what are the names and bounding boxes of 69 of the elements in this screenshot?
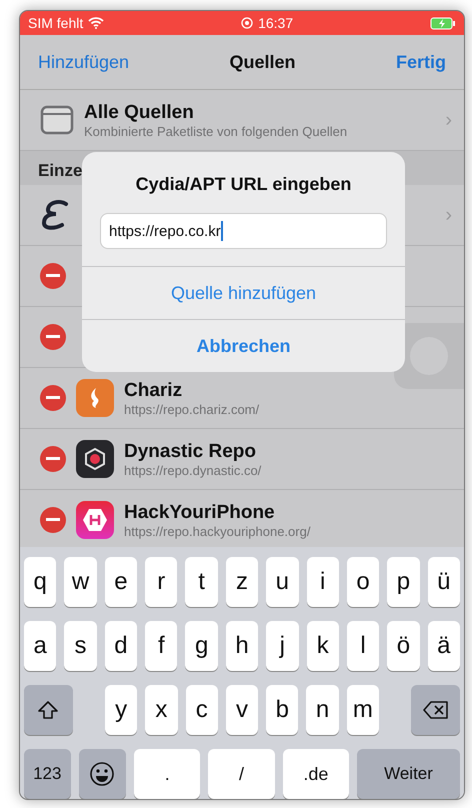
source-row[interactable]: HackYouriPhone https://repo.hackyouriphone.org/ bbox=[20, 490, 464, 547]
key[interactable]: y bbox=[104, 685, 138, 735]
key[interactable]: b bbox=[266, 685, 298, 735]
row-title: Dynastic Repo bbox=[124, 440, 257, 462]
key[interactable]: x bbox=[145, 685, 178, 735]
key[interactable]: v bbox=[226, 685, 258, 735]
key[interactable]: .de bbox=[282, 749, 350, 799]
key[interactable]: ö bbox=[387, 621, 420, 671]
key[interactable]: ü bbox=[428, 557, 460, 607]
key[interactable]: l bbox=[346, 621, 380, 671]
nav-title: Quellen bbox=[230, 52, 296, 72]
key[interactable]: w bbox=[64, 557, 97, 607]
delete-icon[interactable] bbox=[40, 446, 66, 472]
carrier-label: SIM fehlt bbox=[28, 15, 84, 31]
backspace-icon bbox=[422, 701, 448, 719]
delete-icon[interactable] bbox=[40, 324, 66, 350]
wifi-icon bbox=[88, 17, 104, 29]
flame-app-icon bbox=[76, 379, 114, 417]
row-subtitle: https://repo.dynastic.co/ bbox=[124, 462, 262, 478]
row-subtitle: https://repo.chariz.com/ bbox=[124, 402, 260, 416]
key[interactable]: t bbox=[185, 557, 218, 607]
row-title: Alle Quellen bbox=[84, 102, 195, 124]
key[interactable]: z bbox=[226, 557, 258, 607]
delete-icon[interactable] bbox=[40, 263, 66, 289]
key[interactable]: n bbox=[306, 685, 339, 735]
key[interactable]: d bbox=[104, 621, 138, 671]
delete-icon[interactable] bbox=[40, 507, 66, 533]
key[interactable]: . bbox=[134, 749, 200, 799]
key[interactable]: e bbox=[104, 557, 138, 607]
hexagon-app-icon bbox=[76, 440, 114, 478]
row-subtitle: https://repo.hackyouriphone.org/ bbox=[124, 524, 312, 538]
key[interactable]: p bbox=[387, 557, 420, 607]
row-title: HackYouriPhone bbox=[124, 502, 276, 524]
all-sources-row[interactable]: Alle Quellen Kombinierte Paketliste von folgenden Quellen › bbox=[20, 90, 464, 151]
key[interactable]: ä bbox=[428, 621, 460, 671]
shift-key[interactable] bbox=[24, 685, 73, 735]
clock-time: 16:37 bbox=[258, 15, 294, 31]
key[interactable]: r bbox=[145, 557, 178, 607]
chevron-icon: › bbox=[445, 204, 452, 226]
row-title: Chariz bbox=[124, 380, 184, 402]
chevron-icon: › bbox=[445, 108, 452, 132]
numbers-key[interactable]: 123 bbox=[24, 749, 71, 799]
next-key[interactable]: Weiter bbox=[357, 749, 460, 799]
key[interactable]: c bbox=[186, 685, 218, 735]
key[interactable]: k bbox=[306, 621, 339, 671]
source-row[interactable]: Chariz https://repo.chariz.com/ bbox=[20, 368, 464, 429]
delete-key[interactable] bbox=[411, 685, 460, 735]
key[interactable]: s bbox=[64, 621, 97, 671]
source-row[interactable]: Dynastic Repo https://repo.dynastic.co/ bbox=[20, 429, 464, 490]
recording-icon bbox=[241, 17, 254, 29]
shift-icon bbox=[37, 700, 60, 720]
url-input-field[interactable]: https://repo.co.kr bbox=[100, 213, 387, 249]
key[interactable]: j bbox=[266, 621, 299, 671]
key[interactable]: / bbox=[208, 749, 275, 799]
key[interactable]: g bbox=[185, 621, 218, 671]
smiley-icon bbox=[89, 761, 116, 787]
delete-icon[interactable] bbox=[40, 385, 66, 411]
row-subtitle: Kombinierte Paketliste von folgenden Quellen bbox=[84, 124, 348, 138]
key[interactable]: m bbox=[346, 685, 380, 735]
key[interactable]: a bbox=[24, 621, 56, 671]
key[interactable]: q bbox=[24, 557, 56, 607]
key[interactable]: i bbox=[306, 557, 339, 607]
hexagon-app-icon bbox=[76, 501, 114, 539]
key[interactable]: h bbox=[226, 621, 258, 671]
key[interactable]: f bbox=[145, 621, 178, 671]
key[interactable]: o bbox=[346, 557, 380, 607]
folder-icon bbox=[40, 104, 74, 136]
key[interactable]: u bbox=[266, 557, 299, 607]
emoji-key[interactable] bbox=[78, 749, 126, 799]
